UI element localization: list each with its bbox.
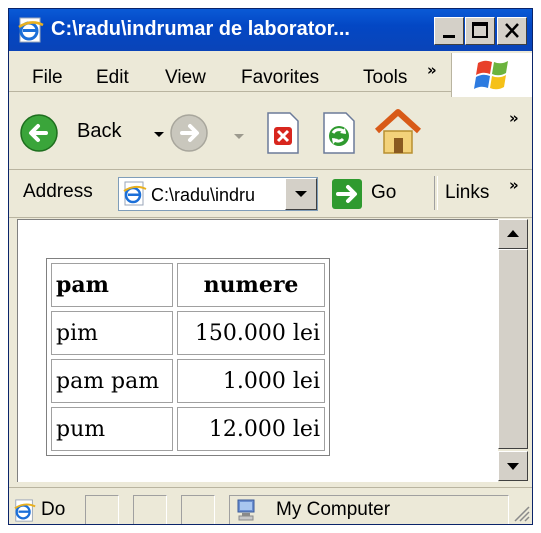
address-label: Address [23, 181, 93, 202]
back-dropdown-icon [154, 132, 164, 137]
scroll-up-button[interactable] [498, 219, 528, 249]
close-icon [505, 23, 519, 38]
table-cell: pam pam [51, 359, 173, 403]
chevron-down-icon [295, 191, 307, 197]
scroll-down-button[interactable] [498, 451, 528, 481]
arrow-up-icon [507, 230, 519, 237]
stop-button[interactable] [263, 111, 303, 155]
toolbar-overflow-chevron[interactable]: » [509, 109, 519, 127]
ie-page-icon [18, 17, 44, 43]
minimize-icon [443, 35, 455, 38]
table-row: pim 150.000 lei [51, 311, 325, 355]
arrow-down-icon [507, 463, 519, 470]
title-bar[interactable]: C:\radu\indrumar de laborator... [9, 9, 532, 51]
windows-logo-icon [474, 60, 508, 90]
back-button[interactable]: Back [19, 109, 164, 157]
table-row: pam pam 1.000 lei [51, 359, 325, 403]
table-header-row: pam numere [51, 263, 325, 307]
table-row: pum 12.000 lei [51, 407, 325, 451]
vertical-scrollbar[interactable] [498, 219, 528, 481]
refresh-button[interactable] [319, 111, 359, 155]
forward-dropdown-icon [234, 134, 244, 139]
data-table: pam numere pim 150.000 lei pam pam 1.000… [46, 258, 330, 456]
table-cell: 150.000 lei [177, 311, 325, 355]
window-title: C:\radu\indrumar de laborator... [51, 18, 350, 40]
ie-page-icon [123, 181, 147, 206]
status-panel [181, 495, 215, 524]
refresh-icon [323, 112, 355, 154]
close-button[interactable] [497, 17, 527, 45]
menu-overflow-chevron[interactable]: » [427, 61, 437, 79]
status-zone-panel: My Computer [229, 495, 509, 524]
links-overflow-chevron[interactable]: » [509, 176, 519, 194]
computer-icon [237, 499, 255, 521]
links-label[interactable]: Links [445, 182, 489, 204]
status-text: Do [41, 499, 66, 520]
maximize-button[interactable] [465, 17, 495, 45]
table-header-cell: pam [51, 263, 173, 307]
table-cell: 12.000 lei [177, 407, 325, 451]
resize-grip-icon[interactable] [511, 503, 531, 523]
status-zone-label: My Computer [276, 499, 391, 520]
back-arrow-icon [20, 114, 58, 152]
ie-page-icon [14, 499, 36, 522]
menu-edit[interactable]: Edit [96, 67, 129, 89]
status-panel [133, 495, 167, 524]
page-content: pam numere pim 150.000 lei pam pam 1.000… [17, 219, 498, 482]
status-panel [85, 495, 119, 524]
menu-view[interactable]: View [165, 67, 206, 89]
go-button[interactable]: Go [331, 175, 411, 213]
address-dropdown-button[interactable] [285, 178, 317, 210]
back-label: Back [77, 120, 122, 142]
address-divider [434, 176, 438, 210]
go-arrow-icon [332, 179, 362, 209]
windows-logo-box [451, 53, 532, 97]
menu-file[interactable]: File [32, 67, 63, 89]
go-label: Go [371, 182, 397, 203]
forward-arrow-icon [170, 114, 208, 152]
stop-icon [267, 112, 299, 154]
scroll-thumb[interactable] [498, 249, 528, 449]
home-icon [374, 109, 422, 154]
browser-window: C:\radu\indrumar de laborator... File Ed… [8, 8, 533, 525]
table-cell: pim [51, 311, 173, 355]
menu-tools[interactable]: Tools [363, 67, 407, 89]
minimize-button[interactable] [434, 17, 464, 45]
address-value: C:\radu\indru [151, 185, 256, 205]
table-cell: pum [51, 407, 173, 451]
maximize-icon [472, 22, 488, 38]
menu-favorites[interactable]: Favorites [241, 67, 319, 89]
forward-button[interactable] [169, 111, 249, 157]
table-header-cell: numere [177, 263, 325, 307]
table-cell: 1.000 lei [177, 359, 325, 403]
home-button[interactable] [374, 107, 422, 157]
